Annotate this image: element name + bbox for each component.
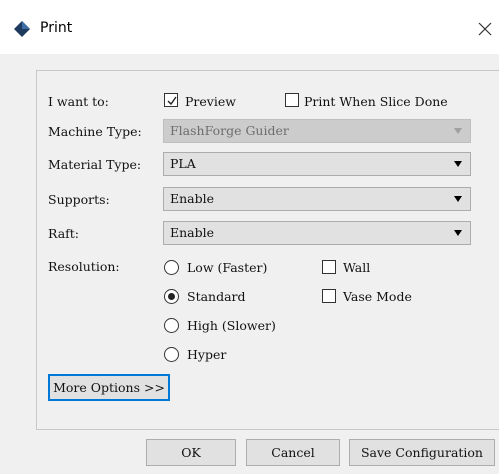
supports-select[interactable]: Enable — [163, 187, 471, 211]
dialog-body: I want to: Preview Print When Slice Done… — [0, 54, 499, 474]
chevron-down-icon — [454, 161, 462, 167]
resolution-radio-standard[interactable] — [164, 289, 179, 304]
app-logo-icon — [14, 21, 30, 37]
chevron-down-icon — [454, 196, 462, 202]
material-type-select[interactable]: PLA — [163, 152, 471, 176]
checkmark-icon — [167, 96, 177, 106]
window-title: Print — [40, 20, 73, 36]
resolution-option-label[interactable]: Hyper — [187, 347, 226, 363]
i-want-to-label: I want to: — [48, 94, 109, 109]
vase-mode-label[interactable]: Vase Mode — [343, 289, 412, 305]
resolution-label: Resolution: — [48, 259, 120, 274]
resolution-option-label[interactable]: High (Slower) — [187, 318, 276, 334]
material-type-value: PLA — [170, 156, 196, 171]
print-when-done-checkbox[interactable] — [285, 93, 299, 107]
supports-label: Supports: — [48, 192, 110, 207]
print-when-done-label[interactable]: Print When Slice Done — [304, 94, 448, 110]
close-button[interactable] — [475, 14, 499, 44]
resolution-radio-hyper[interactable] — [164, 347, 179, 362]
machine-type-label: Machine Type: — [48, 124, 142, 139]
raft-select[interactable]: Enable — [163, 221, 471, 245]
machine-type-select: FlashForge Guider — [163, 119, 471, 143]
machine-type-value: FlashForge Guider — [170, 123, 289, 138]
preview-label[interactable]: Preview — [185, 94, 236, 110]
raft-label: Raft: — [48, 226, 80, 241]
preview-checkbox[interactable] — [164, 93, 178, 107]
supports-value: Enable — [170, 191, 215, 206]
vase-mode-checkbox[interactable] — [322, 289, 336, 303]
resolution-option-label[interactable]: Low (Faster) — [187, 260, 267, 276]
ok-button[interactable]: OK — [146, 439, 236, 466]
raft-value: Enable — [170, 225, 215, 240]
resolution-radio-high[interactable] — [164, 318, 179, 333]
chevron-down-icon — [454, 128, 462, 134]
resolution-option-label[interactable]: Standard — [187, 289, 246, 305]
title-bar: Print — [0, 0, 499, 54]
save-configuration-button[interactable]: Save Configuration — [349, 439, 495, 466]
resolution-radio-low[interactable] — [164, 260, 179, 275]
wall-label[interactable]: Wall — [343, 260, 370, 276]
material-type-label: Material Type: — [48, 157, 142, 172]
more-options-button[interactable]: More Options >> — [48, 374, 170, 401]
cancel-button[interactable]: Cancel — [246, 439, 340, 466]
wall-checkbox[interactable] — [322, 260, 336, 274]
close-icon — [478, 22, 492, 36]
chevron-down-icon — [454, 230, 462, 236]
